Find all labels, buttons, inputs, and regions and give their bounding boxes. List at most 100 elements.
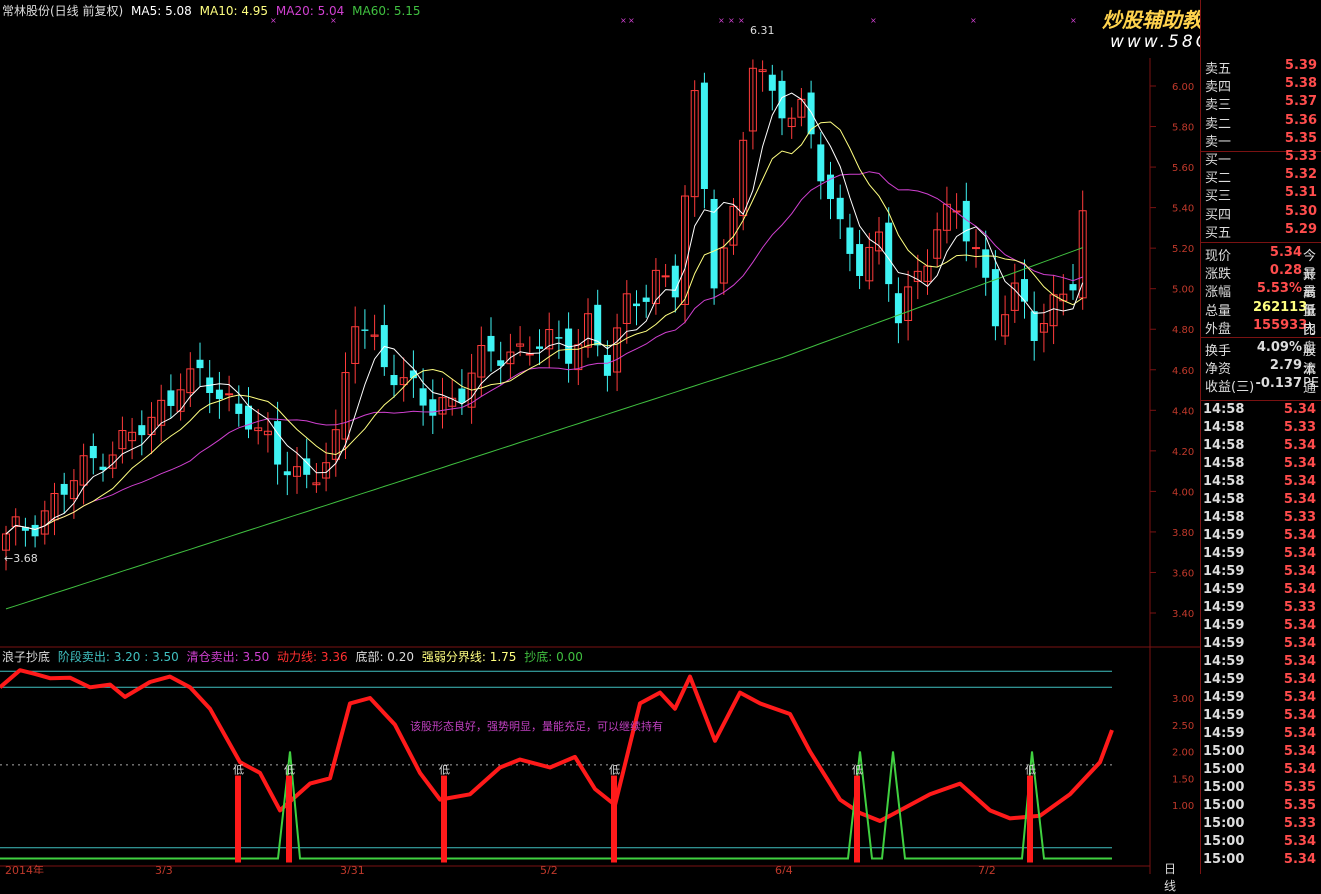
price-axis-label: 3.60 bbox=[1172, 568, 1194, 579]
ma20-label: MA20: 5.04 bbox=[275, 4, 345, 18]
low-marker-label: 低 bbox=[284, 764, 295, 777]
low-price-annotation: ←3.68 bbox=[4, 552, 38, 565]
tick-time: 14:59 bbox=[1203, 564, 1245, 579]
low-marker-label: 低 bbox=[852, 764, 863, 777]
buy-row: 买三 5.31 bbox=[1203, 185, 1321, 204]
tick-time: 14:59 bbox=[1203, 618, 1245, 633]
tick-price: 5.34 bbox=[1283, 456, 1316, 471]
candle-body bbox=[390, 375, 398, 386]
tick-price: 5.33 bbox=[1283, 420, 1316, 435]
candle-body bbox=[846, 227, 854, 254]
candle-body bbox=[633, 303, 640, 307]
ma20-line bbox=[5, 171, 1083, 535]
stat-label: 净资 bbox=[1205, 362, 1232, 378]
tick-price: 5.34 bbox=[1283, 492, 1316, 507]
bottom-signal-bar bbox=[235, 775, 241, 863]
candle-body bbox=[303, 458, 311, 475]
tick-time: 15:00 bbox=[1203, 780, 1245, 795]
indicator-bottom: 底部: 0.20 bbox=[355, 650, 415, 664]
tick-price: 5.35 bbox=[1283, 798, 1316, 813]
quote-panel: 卖五 5.39 卖四 5.38 卖三 5.37 卖二 5.36 卖一 5.35 买一 5.33 买二 5.… bbox=[1200, 0, 1321, 874]
ma10-label: MA10: 4.95 bbox=[199, 4, 269, 18]
sell-label: 卖一 bbox=[1205, 134, 1232, 150]
tick-price: 5.34 bbox=[1283, 582, 1316, 597]
sell-row: 卖三 5.37 bbox=[1203, 94, 1321, 114]
indicator-header: 浪子抄底 阶段卖出: 3.20 : 3.50 清仓卖出: 3.50 动力线: 3… bbox=[2, 650, 583, 664]
bottom-signal-bar bbox=[286, 775, 292, 863]
panel-divider bbox=[1201, 242, 1321, 243]
tick-price: 5.34 bbox=[1283, 744, 1316, 759]
stat-value: 155933 bbox=[1253, 317, 1308, 333]
stat-label: 收益(三) bbox=[1205, 380, 1255, 396]
bottom-signal-bar bbox=[854, 775, 860, 863]
top-event-marker: × bbox=[870, 16, 877, 25]
stat-value: 262113 bbox=[1253, 299, 1308, 315]
sell-row: 卖二 5.36 bbox=[1203, 113, 1321, 132]
bottom-signal-bar bbox=[441, 775, 447, 863]
stat-value: 2.79 bbox=[1269, 358, 1302, 374]
ma5-label: MA5: 5.08 bbox=[131, 4, 192, 18]
candle-body bbox=[555, 337, 563, 339]
candle-body bbox=[1030, 311, 1038, 341]
top-event-marker: × bbox=[970, 16, 977, 25]
tick-price: 5.33 bbox=[1283, 600, 1316, 615]
top-event-marker: × bbox=[1070, 16, 1077, 25]
tick-price: 5.34 bbox=[1283, 474, 1316, 489]
candle-body bbox=[458, 388, 466, 403]
tick-time: 14:58 bbox=[1203, 438, 1245, 453]
x-axis-label: 7/2 bbox=[978, 864, 996, 874]
ma60-label: MA60: 5.15 bbox=[352, 4, 421, 18]
stat-row: 涨跌 0.28 最高 bbox=[1203, 263, 1321, 301]
price-axis-label: 4.00 bbox=[1172, 487, 1194, 498]
indicator-axis-label: 2.00 bbox=[1172, 748, 1194, 759]
candle-body bbox=[31, 524, 39, 537]
tick-time: 14:59 bbox=[1203, 726, 1245, 741]
candle-body bbox=[768, 74, 776, 91]
kline-chart-area[interactable]: 6.00 5.80 5.60 5.40 5.20 5.00 4.80 4.60 4.40 4.20… bbox=[0, 0, 1200, 894]
price-axis-label: 3.80 bbox=[1172, 528, 1194, 539]
sell-label: 卖五 bbox=[1205, 62, 1232, 77]
indicator-power: 动力线: 3.36 bbox=[277, 650, 348, 664]
buy-label: 买二 bbox=[1205, 171, 1232, 187]
tick-time: 14:59 bbox=[1203, 528, 1245, 543]
candle-body bbox=[167, 390, 175, 406]
panel-divider bbox=[1201, 400, 1321, 401]
top-event-marker: × bbox=[628, 16, 635, 25]
bottom-signal-bar bbox=[1027, 775, 1033, 863]
candle-body bbox=[429, 399, 437, 416]
tick-time: 14:59 bbox=[1203, 672, 1245, 687]
stat-row: 现价 5.34 今开 bbox=[1203, 245, 1321, 283]
sell-price: 5.39 bbox=[1284, 58, 1317, 73]
indicator-axis-label: 3.00 bbox=[1172, 694, 1194, 705]
indicator-axis-label: 2.50 bbox=[1172, 721, 1194, 732]
ma5-line bbox=[5, 92, 1084, 535]
tick-price: 5.34 bbox=[1283, 708, 1316, 723]
tick-time: 14:59 bbox=[1203, 690, 1245, 705]
stat-row: 净资 2.79 流通 bbox=[1203, 358, 1321, 396]
candle-body bbox=[603, 354, 611, 376]
sell-label: 卖三 bbox=[1205, 98, 1232, 114]
power-line bbox=[0, 668, 1114, 823]
x-axis-label: 2014年 bbox=[5, 863, 44, 874]
sell-price: 5.37 bbox=[1284, 94, 1317, 110]
low-marker-label: 低 bbox=[609, 764, 620, 777]
stat-value: 4.09% bbox=[1256, 340, 1302, 355]
tick-time: 15:00 bbox=[1203, 798, 1245, 813]
stat-row: 涨幅 5.53% 最低 bbox=[1203, 281, 1321, 319]
sell-row: 卖四 5.38 bbox=[1203, 76, 1321, 95]
buy-row: 买一 5.33 bbox=[1203, 149, 1321, 168]
stat-value: 0.28 bbox=[1269, 263, 1302, 279]
sell-row: 卖五 5.39 bbox=[1203, 58, 1321, 77]
kline-chart-canvas[interactable]: 6.00 5.80 5.60 5.40 5.20 5.00 4.80 4.60 4.40 4.20… bbox=[0, 0, 1200, 874]
indicator-buy: 抄底: 0.00 bbox=[524, 650, 583, 664]
buy-price: 5.30 bbox=[1284, 203, 1317, 219]
tick-time: 14:58 bbox=[1203, 402, 1245, 417]
period-label[interactable]: 日线 bbox=[1158, 860, 1183, 894]
tick-price: 5.35 bbox=[1283, 780, 1316, 795]
x-axis-label: 5/2 bbox=[540, 864, 558, 874]
price-axis-label: 4.40 bbox=[1172, 406, 1194, 417]
top-event-marker: × bbox=[728, 16, 735, 25]
tick-time: 14:59 bbox=[1203, 654, 1245, 669]
stat-row: 收益(三) -0.137 PE bbox=[1203, 376, 1321, 396]
candle-body bbox=[419, 388, 427, 406]
